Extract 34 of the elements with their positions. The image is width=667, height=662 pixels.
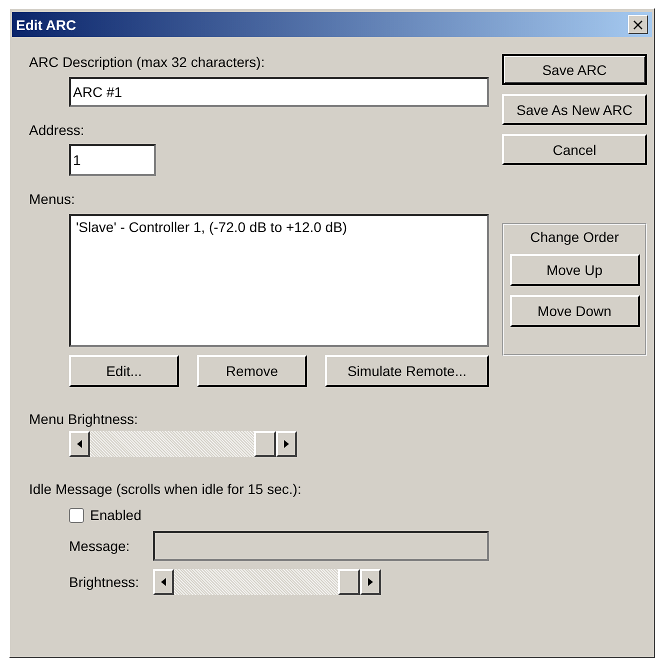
menu-button[interactable]: Simulate Remote... [325, 355, 489, 387]
field-label: Brightness: [69, 574, 140, 590]
scroll-right-button[interactable] [360, 569, 381, 595]
dialog-button[interactable]: Cancel [502, 134, 647, 165]
scroll-left-button[interactable] [69, 431, 90, 457]
address-field[interactable]: 1 [69, 144, 156, 176]
slider-thumb[interactable] [254, 431, 276, 457]
field-label: Message: [69, 538, 131, 554]
dialog-button[interactable]: Save As New ARC [502, 94, 647, 125]
dialog-button[interactable]: Save ARC [502, 54, 647, 85]
menu-button[interactable]: Remove [197, 355, 307, 387]
scroll-left-button[interactable] [153, 569, 174, 595]
section-label: Idle Message (scrolls when idle for 15 sec.): [29, 481, 302, 497]
menus-list[interactable]: 'Slave' - Controller 1, (-72.0 dB to +12.0 dB) [69, 214, 489, 347]
group-title: Change Order [530, 229, 619, 245]
field-label: Menu Brightness: [29, 411, 138, 427]
list-item[interactable]: 'Slave' - Controller 1, (-72.0 dB to +12.0 dB) [76, 219, 482, 235]
window-title: Edit ARC [16, 16, 76, 32]
right-arrow-icon [368, 578, 373, 586]
close-button[interactable]: × [628, 15, 648, 34]
slider-thumb[interactable] [338, 569, 360, 595]
field-label: Address: [29, 122, 84, 138]
field-label: Menus: [29, 191, 75, 207]
description-field[interactable]: ARC #1 [69, 77, 489, 107]
enabled-checkbox[interactable] [69, 508, 84, 522]
scroll-right-button[interactable] [276, 431, 297, 457]
field-label: ARC Description (max 32 characters): [29, 54, 265, 70]
menu-button[interactable]: Edit... [69, 355, 179, 387]
right-arrow-icon [284, 440, 289, 448]
order-button[interactable]: Move Up [510, 254, 640, 286]
left-arrow-icon [77, 440, 82, 448]
checkbox-label: Enabled [90, 507, 142, 523]
order-button[interactable]: Move Down [510, 295, 640, 327]
left-arrow-icon [161, 578, 166, 586]
